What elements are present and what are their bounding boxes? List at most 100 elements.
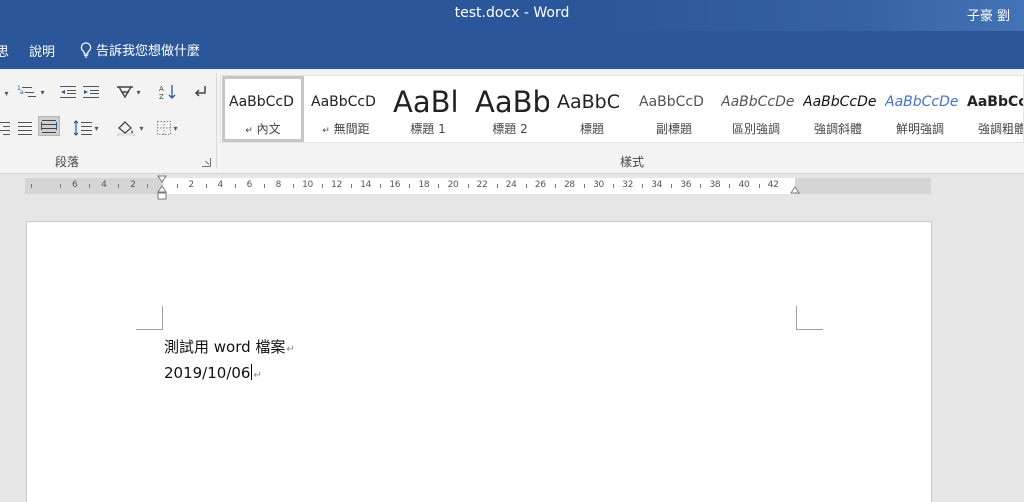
document-line-1[interactable]: 測試用 word 檔案↵	[164, 336, 295, 357]
paragraph-dialog-launcher-icon[interactable]	[202, 158, 211, 167]
ruler-number: 2	[130, 180, 136, 190]
style-strong[interactable]: AaBbCcDe 強調粗體	[961, 76, 1024, 142]
style-subtitle[interactable]: AaBbCcD 副標題	[633, 76, 715, 142]
tab-help[interactable]: 說明	[29, 41, 55, 60]
style-title[interactable]: AaBbC 標題	[551, 76, 633, 142]
style-sample: AaBbCcDe	[967, 94, 1023, 110]
bullets-dropdown[interactable]: ▾	[0, 83, 12, 103]
ruler-number: 20	[447, 180, 459, 190]
ruler-tick	[758, 184, 760, 188]
ruler-number: 4	[101, 180, 107, 190]
style-label: 副標題	[655, 122, 692, 136]
paragraph-mark-icon: ↵	[286, 344, 295, 355]
ruler-number: 12	[331, 180, 343, 190]
ruler-tick	[467, 184, 469, 188]
style-heading-1[interactable]: AaBl 標題 1	[387, 76, 469, 142]
style-label: ↵ 無間距	[322, 122, 370, 136]
ruler-number: 14	[360, 180, 372, 190]
return-arrow-icon	[194, 86, 206, 97]
ruler-number: 42	[767, 180, 779, 190]
ruler-tick	[263, 184, 265, 188]
tab-partial[interactable]: 思	[0, 41, 9, 60]
ruler-tick	[438, 184, 440, 188]
user-name[interactable]: 子豪 劉	[967, 5, 1010, 24]
styles-group-label: 樣式	[620, 155, 645, 169]
style-emphasis[interactable]: AaBbCcDe 強調斜體	[797, 76, 879, 142]
ruler-tick	[380, 184, 382, 188]
document-page[interactable]: 測試用 word 檔案↵ 2019/10/06 ↵	[26, 221, 932, 502]
style-sample: AaBbCcD	[229, 94, 294, 110]
right-indent-marker-icon[interactable]	[790, 185, 800, 197]
style-heading-2[interactable]: AaBb 標題 2	[469, 76, 551, 142]
ribbon-tab-bar: 思 說明 告訴我您想做什麼	[0, 31, 1024, 69]
svg-text:A: A	[159, 85, 164, 93]
ruler-number: 38	[709, 180, 721, 190]
justify-button[interactable]	[16, 118, 34, 138]
show-formatting-button[interactable]	[190, 82, 210, 102]
title-bar: test.docx - Word 子豪 劉	[0, 0, 1024, 31]
ruler-number: 22	[476, 180, 488, 190]
crop-mark-top-left	[136, 306, 163, 330]
document-line-2[interactable]: 2019/10/06 ↵	[164, 364, 262, 382]
ruler-number: 6	[71, 180, 78, 190]
ruler-tick	[700, 184, 702, 188]
style-label: 區別強調	[731, 122, 780, 136]
ruler-tick	[147, 184, 149, 188]
ruler-tick	[176, 184, 178, 188]
distributed-button[interactable]	[38, 116, 60, 136]
ruler-tick	[496, 184, 498, 188]
ribbon: ▾ 1a ▾ ▾ AZ ▾ ▾ ▾ 段落 AaBbCcD ↵ 內文 AaBbCc…	[0, 69, 1024, 174]
tell-me-text: 告訴我您想做什麼	[96, 44, 201, 59]
shading-button[interactable]: ▾	[112, 118, 148, 138]
ruler-tick	[642, 184, 644, 188]
paragraph-group-label: 段落	[55, 155, 80, 169]
style-no-spacing[interactable]: AaBbCcD ↵ 無間距	[305, 76, 387, 142]
multilevel-list-button[interactable]: 1a ▾	[14, 82, 48, 102]
ruler-tick	[234, 184, 236, 188]
style-label: ↵ 內文	[245, 122, 281, 136]
style-normal[interactable]: AaBbCcD ↵ 內文	[222, 76, 304, 142]
decrease-indent-button[interactable]	[58, 82, 78, 102]
line-spacing-icon	[74, 120, 93, 136]
style-label: 標題 1	[410, 122, 446, 136]
chinese-layout-icon	[117, 86, 134, 99]
style-label: 強調粗體	[977, 122, 1024, 136]
ruler-tick	[729, 184, 731, 188]
right-canvas-margin	[932, 201, 1024, 502]
ruler-tick	[525, 184, 527, 188]
ruler-tick	[89, 184, 91, 188]
svg-text:a: a	[20, 89, 24, 96]
style-label: 標題	[579, 122, 604, 136]
style-sample: AaBbCcDe	[803, 94, 877, 110]
svg-text:Z: Z	[159, 93, 164, 100]
ruler-number: 26	[534, 180, 546, 190]
first-line-indent-marker-icon[interactable]	[157, 175, 167, 201]
justify-icon	[18, 122, 32, 135]
chinese-layout-button[interactable]: ▾	[112, 82, 144, 102]
borders-button[interactable]: ▾	[150, 118, 184, 138]
align-right-button[interactable]	[0, 118, 10, 138]
ruler-number: 16	[389, 180, 401, 190]
line-spacing-button[interactable]: ▾	[68, 118, 104, 138]
increase-indent-button[interactable]	[81, 82, 101, 102]
ruler-number: 32	[622, 180, 634, 190]
sort-button[interactable]: AZ	[157, 82, 179, 102]
style-sample: AaBl	[393, 86, 459, 118]
style-sample: AaBb	[475, 86, 549, 118]
ruler-number: 28	[563, 180, 575, 190]
tell-me-box[interactable]: 告訴我您想做什麼	[80, 40, 200, 59]
ruler-tick	[351, 184, 353, 188]
style-intense-emphasis[interactable]: AaBbCcDe 鮮明強調	[879, 76, 961, 142]
ruler-number: 4	[217, 180, 223, 190]
ruler-tick	[613, 184, 615, 188]
ruler-number: 40	[738, 180, 750, 190]
ruler-tick	[409, 184, 411, 188]
distributed-icon	[41, 120, 57, 133]
ruler-number: 10	[302, 180, 313, 190]
decrease-indent-icon	[60, 86, 76, 98]
group-divider	[216, 73, 217, 169]
ruler-tick	[205, 184, 207, 188]
style-sample: AaBbCcDe	[721, 94, 795, 110]
style-subtle-emphasis[interactable]: AaBbCcDe 區別強調	[715, 76, 797, 142]
ruler-number: 6	[246, 180, 253, 190]
